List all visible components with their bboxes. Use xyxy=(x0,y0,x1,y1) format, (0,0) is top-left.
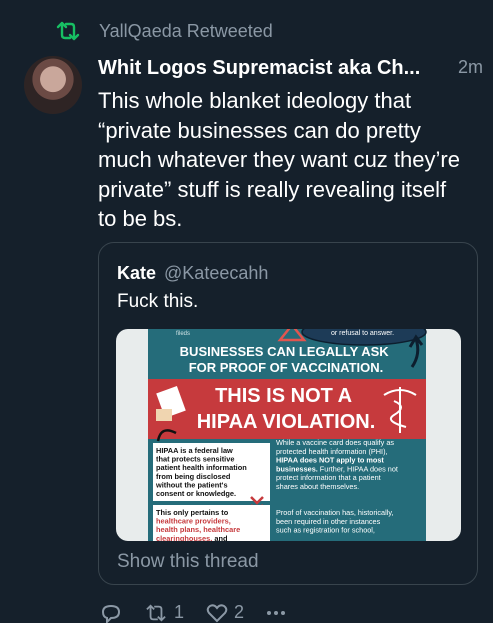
heart-icon xyxy=(206,603,228,622)
retweet-action-icon xyxy=(146,603,166,622)
poster-hipaa-box: HIPAA is a federal law that protects sens… xyxy=(155,446,247,498)
retweet-header: YallQaeda Retweeted xyxy=(55,20,273,42)
retweet-label[interactable]: YallQaeda Retweeted xyxy=(99,21,273,42)
more-icon xyxy=(267,610,286,615)
poster-bubble-text: or refusal to answer. xyxy=(331,330,394,337)
tweet-header: Whit Logos Supremacist aka Ch... 2m xyxy=(98,57,483,80)
retweet-count: 1 xyxy=(174,602,185,622)
avatar[interactable] xyxy=(24,56,82,114)
vaccination-infographic: fileds or refusal to answer. BUSINESSES … xyxy=(148,329,427,541)
more-button[interactable] xyxy=(266,609,286,617)
tweet-time[interactable]: 2m xyxy=(458,57,483,80)
quoted-handle: @Kateecahh xyxy=(164,263,269,283)
reply-button[interactable] xyxy=(100,603,122,623)
show-thread-link[interactable]: Show this thread xyxy=(117,551,259,573)
poster-headline: BUSINESSES CAN LEGALLY ASK FOR PROOF OF … xyxy=(180,344,393,375)
quoted-tweet-image[interactable]: fileds or refusal to answer. BUSINESSES … xyxy=(116,329,461,541)
quoted-tweet-text: Fuck this. xyxy=(117,291,199,312)
reply-icon xyxy=(101,604,121,623)
display-name[interactable]: Whit Logos Supremacist aka Ch... xyxy=(98,57,420,80)
tweet-text: This whole blanket ideology that “privat… xyxy=(98,88,460,231)
tweet-actions: 1 2 xyxy=(100,602,308,623)
quoted-display-name: Kate xyxy=(117,263,157,283)
quoted-tweet-author: Kate @Kateecahh xyxy=(117,263,268,284)
like-count: 2 xyxy=(234,602,245,622)
poster-top-label: fileds xyxy=(176,331,190,337)
retweet-button[interactable]: 1 xyxy=(144,602,184,623)
quoted-tweet[interactable]: Kate @Kateecahh Fuck this. fileds or ref… xyxy=(98,242,478,585)
like-button[interactable]: 2 xyxy=(206,602,244,623)
retweet-icon xyxy=(56,21,80,41)
